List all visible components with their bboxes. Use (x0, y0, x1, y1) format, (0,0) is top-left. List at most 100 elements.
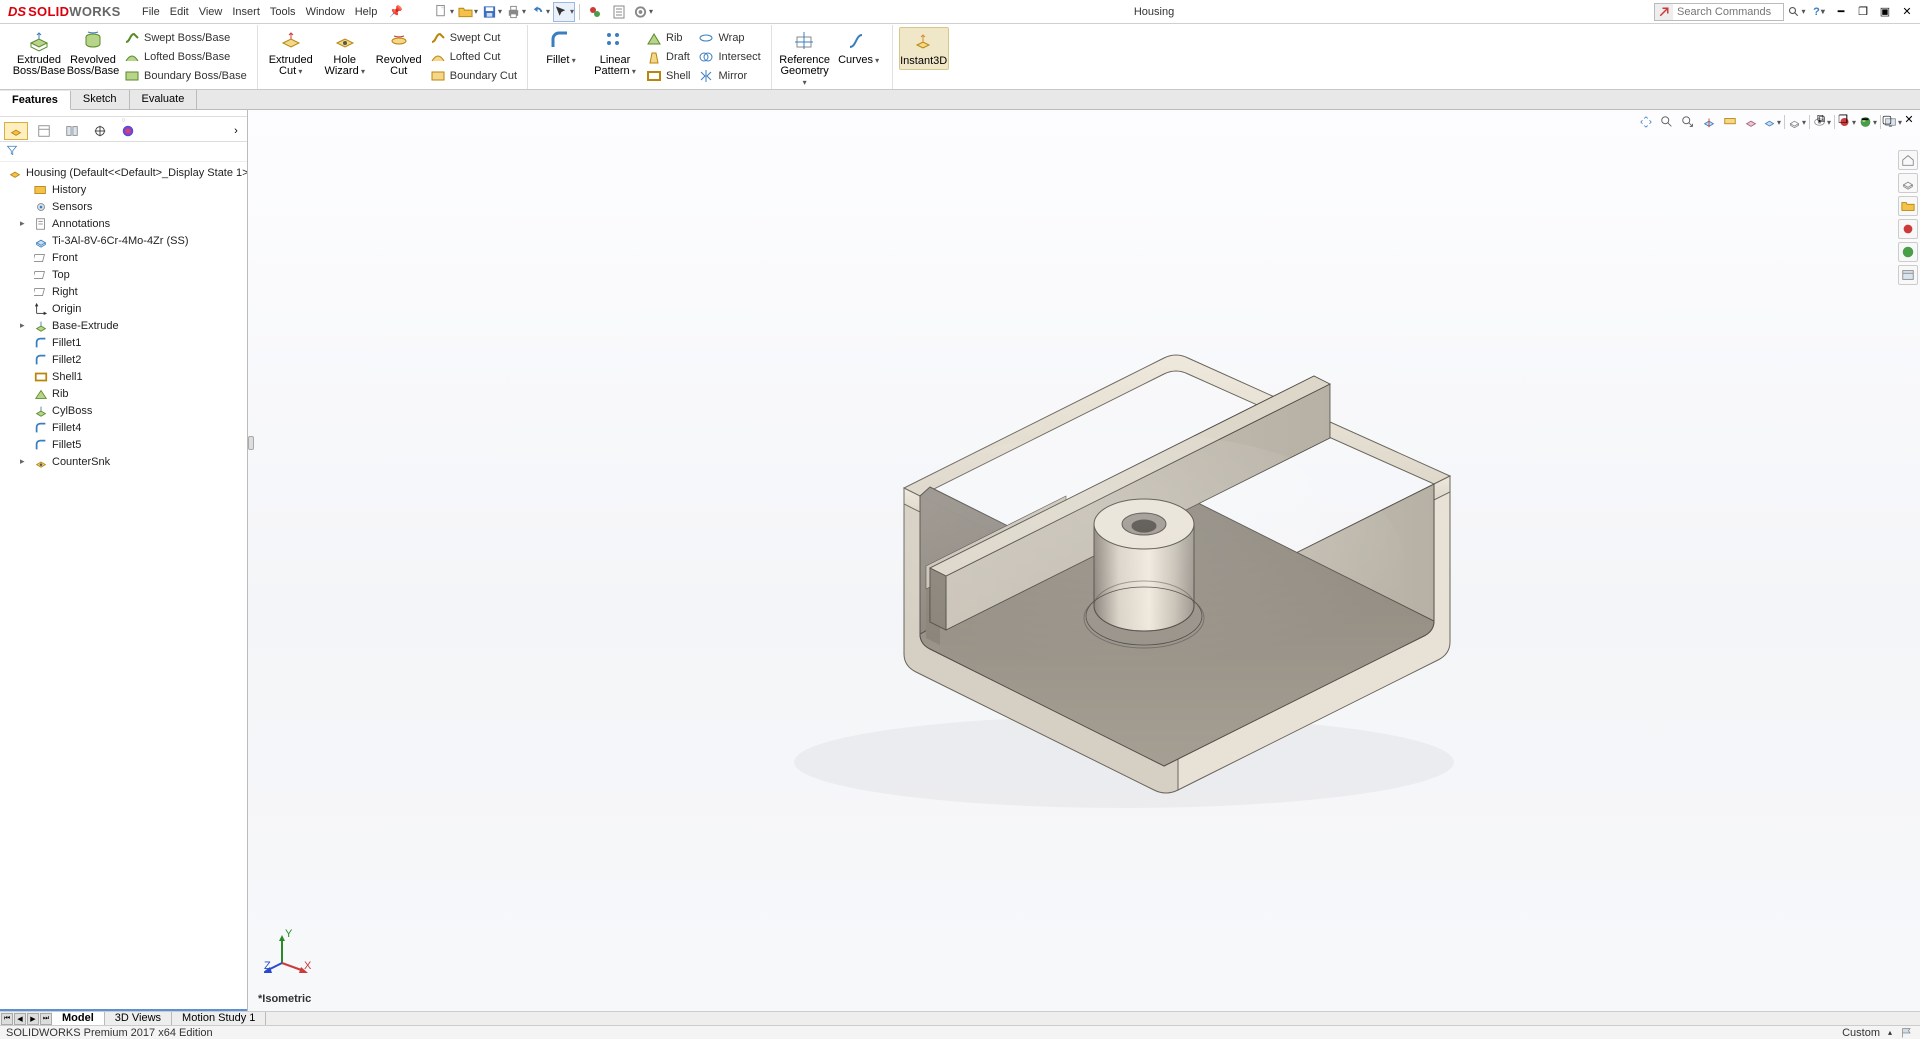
draft-button[interactable]: Draft (646, 49, 690, 65)
menu-view[interactable]: View (199, 6, 223, 18)
qat-file-props-button[interactable] (608, 2, 630, 22)
hu-folder-icon[interactable] (1898, 196, 1918, 216)
reference-geometry-button[interactable]: Reference Geometry (778, 27, 832, 88)
boundary-cut-button[interactable]: Boundary Cut (430, 68, 517, 84)
tab-evaluate[interactable]: Evaluate (130, 90, 198, 109)
tree-item-fillet2[interactable]: Fillet2 (2, 351, 245, 368)
extruded-cut-button[interactable]: Extruded Cut (264, 27, 318, 77)
tab-features[interactable]: Features (0, 91, 71, 110)
fm-tab-tree[interactable] (4, 122, 28, 140)
curves-button[interactable]: Curves (832, 27, 886, 66)
bottom-tab-3dviews[interactable]: 3D Views (105, 1012, 172, 1026)
revolved-cut-button[interactable]: Revolved Cut (372, 27, 426, 77)
wrap-button[interactable]: Wrap (698, 30, 760, 46)
section-view-icon[interactable] (1700, 113, 1718, 131)
panel-splitter[interactable] (248, 436, 254, 450)
window-close-button[interactable]: ✕ (1898, 4, 1916, 20)
pin-menu-icon[interactable]: 📌 (389, 5, 403, 18)
fm-tab-expand-icon[interactable]: › (229, 122, 243, 140)
menu-file[interactable]: File (142, 6, 160, 18)
doc-restore-icon[interactable]: ❐ (1834, 111, 1852, 127)
qat-rebuild-button[interactable] (584, 2, 606, 22)
intersect-button[interactable]: Intersect (698, 49, 760, 65)
window-minimize-button[interactable]: ━ (1832, 4, 1850, 20)
qat-select-button[interactable] (553, 2, 575, 22)
qat-open-button[interactable] (457, 2, 479, 22)
tree-item-history[interactable]: History (2, 181, 245, 198)
qat-undo-button[interactable] (529, 2, 551, 22)
menu-edit[interactable]: Edit (170, 6, 189, 18)
swept-cut-button[interactable]: Swept Cut (430, 30, 517, 46)
rib-button[interactable]: Rib (646, 30, 690, 46)
hole-wizard-button[interactable]: Hole Wizard (318, 27, 372, 77)
status-flag-icon[interactable] (1900, 1027, 1914, 1039)
tree-item-cylboss[interactable]: CylBoss (2, 402, 245, 419)
linear-pattern-button[interactable]: Linear Pattern (588, 27, 642, 77)
menu-help[interactable]: Help (355, 6, 378, 18)
tree-item-base-extrude[interactable]: ▸Base-Extrude (2, 317, 245, 334)
previous-view-icon[interactable] (1679, 113, 1697, 131)
tree-root[interactable]: Housing (Default<<Default>_Display State… (2, 164, 245, 181)
hu-home-icon[interactable] (1898, 150, 1918, 170)
lofted-cut-button[interactable]: Lofted Cut (430, 49, 517, 65)
tab-nav-last[interactable]: ⏭ (40, 1013, 52, 1025)
extruded-boss-button[interactable]: Extruded Boss/Base (12, 27, 66, 77)
status-units[interactable]: Custom (1842, 1027, 1880, 1039)
revolved-boss-button[interactable]: Revolved Boss/Base (66, 27, 120, 77)
doc-maximize-icon[interactable]: ▢ (1878, 111, 1896, 127)
hu-cube-icon[interactable] (1898, 173, 1918, 193)
unknown-view-icon[interactable] (1742, 113, 1760, 131)
tree-item-shell1[interactable]: Shell1 (2, 368, 245, 385)
help-button[interactable]: ? (1810, 4, 1828, 20)
window-restore-button[interactable]: ❐ (1854, 4, 1872, 20)
qat-print-button[interactable] (505, 2, 527, 22)
model-view[interactable] (694, 262, 1474, 822)
mirror-button[interactable]: Mirror (698, 68, 760, 84)
menu-tools[interactable]: Tools (270, 6, 296, 18)
tab-nav-next[interactable]: ▶ (27, 1013, 39, 1025)
fillet-button[interactable]: Fillet (534, 27, 588, 66)
display-style-icon[interactable] (1763, 113, 1781, 131)
menu-window[interactable]: Window (306, 6, 345, 18)
search-commands-icon[interactable] (1655, 4, 1673, 20)
tab-nav-first[interactable]: ⏮ (1, 1013, 13, 1025)
tree-item-ti-3al-8v-6cr-4mo-4zr-ss-[interactable]: Ti-3Al-8V-6Cr-4Mo-4Zr (SS) (2, 232, 245, 249)
hu-appearance-icon[interactable] (1898, 219, 1918, 239)
filter-icon[interactable] (6, 144, 18, 156)
doc-minimize-icon[interactable]: ━ (1856, 111, 1874, 127)
window-maximize-button[interactable]: ▣ (1876, 4, 1894, 20)
shell-button[interactable]: Shell (646, 68, 690, 84)
menu-insert[interactable]: Insert (232, 6, 260, 18)
doc-new-window-icon[interactable]: ⧉ (1812, 111, 1830, 127)
tree-item-fillet4[interactable]: Fillet4 (2, 419, 245, 436)
zoom-fit-icon[interactable] (1637, 113, 1655, 131)
orientation-triad[interactable]: Y X Z (264, 927, 312, 975)
dynamic-annot-icon[interactable] (1721, 113, 1739, 131)
tree-item-rib[interactable]: Rib (2, 385, 245, 402)
status-units-dd[interactable]: ▴ (1888, 1028, 1892, 1037)
fm-tab-property[interactable] (32, 122, 56, 140)
tree-item-sensors[interactable]: Sensors (2, 198, 245, 215)
tree-item-top[interactable]: Top (2, 266, 245, 283)
tab-nav-prev[interactable]: ◀ (14, 1013, 26, 1025)
tree-item-annotations[interactable]: ▸Annotations (2, 215, 245, 232)
doc-close-icon[interactable]: ✕ (1900, 111, 1918, 127)
bottom-tab-model[interactable]: Model (52, 1012, 105, 1026)
view-orientation-icon[interactable] (1788, 113, 1806, 131)
search-button[interactable] (1788, 3, 1806, 21)
hu-decal-icon[interactable] (1898, 242, 1918, 262)
bottom-tab-motion[interactable]: Motion Study 1 (172, 1012, 266, 1026)
zoom-area-icon[interactable] (1658, 113, 1676, 131)
search-commands-input[interactable] (1673, 4, 1783, 20)
tree-item-front[interactable]: Front (2, 249, 245, 266)
hu-custom-icon[interactable] (1898, 265, 1918, 285)
swept-boss-button[interactable]: Swept Boss/Base (124, 30, 247, 46)
fm-tab-display[interactable] (116, 122, 140, 140)
tree-item-countersnk[interactable]: ▸CounterSnk (2, 453, 245, 470)
fm-tab-dimxpert[interactable] (88, 122, 112, 140)
tree-item-fillet5[interactable]: Fillet5 (2, 436, 245, 453)
tree-item-origin[interactable]: Origin (2, 300, 245, 317)
boundary-boss-button[interactable]: Boundary Boss/Base (124, 68, 247, 84)
tree-item-right[interactable]: Right (2, 283, 245, 300)
qat-options-button[interactable] (632, 2, 654, 22)
